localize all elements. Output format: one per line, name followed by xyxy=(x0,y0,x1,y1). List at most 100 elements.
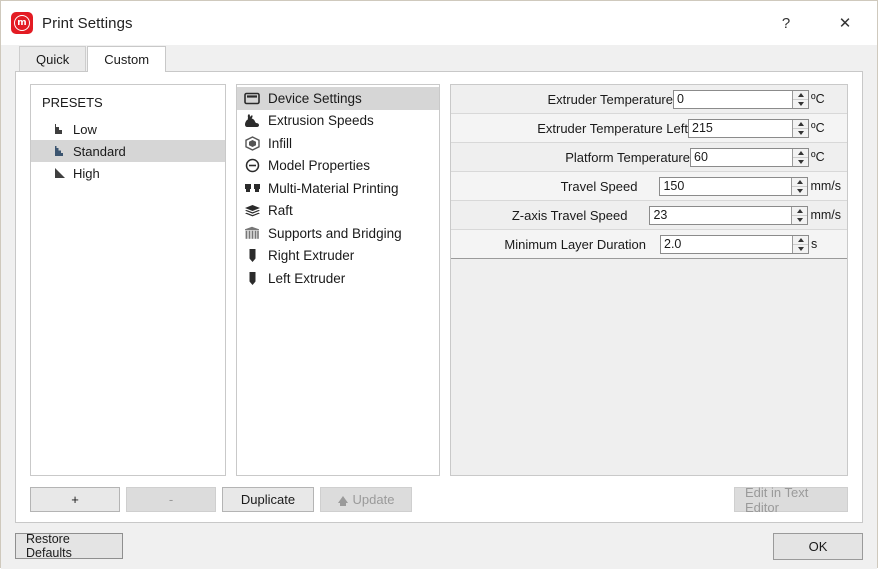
preset-item-low[interactable]: Low xyxy=(31,118,225,140)
setting-input[interactable] xyxy=(661,235,792,253)
edit-in-text-editor-button: Edit in Text Editor xyxy=(734,485,848,515)
setting-unit: mm/s xyxy=(810,179,841,193)
close-icon[interactable]: ✕ xyxy=(819,1,871,45)
setting-input[interactable] xyxy=(691,148,792,166)
monitor-icon xyxy=(243,90,261,106)
category-label: Model Properties xyxy=(268,158,371,174)
spinner-down-icon[interactable] xyxy=(793,245,808,253)
spinner-buttons[interactable] xyxy=(792,235,808,253)
category-item-device-settings[interactable]: Device Settings xyxy=(237,87,439,110)
category-item-model-properties[interactable]: Model Properties xyxy=(237,155,439,178)
spinner-up-icon[interactable] xyxy=(792,207,808,216)
tab-quick[interactable]: Quick xyxy=(19,46,87,71)
setting-label: Z-axis Travel Speed xyxy=(511,207,628,223)
spinner-up-icon[interactable] xyxy=(792,178,808,187)
setting-label: Platform Temperature xyxy=(565,149,690,165)
nozzle-icon xyxy=(243,270,261,286)
update-preset-button: Update xyxy=(320,487,412,512)
setting-input[interactable] xyxy=(650,206,792,224)
add-preset-button[interactable]: + xyxy=(30,487,120,512)
quality-high-icon xyxy=(55,168,65,178)
setting-label: Extruder Temperature xyxy=(547,91,674,107)
tab-custom[interactable]: Custom xyxy=(87,46,167,72)
setting-unit: ºC xyxy=(811,92,825,106)
setting-unit: ºC xyxy=(811,121,825,135)
spinner-buttons[interactable] xyxy=(792,90,808,108)
quality-standard-icon xyxy=(55,146,65,156)
setting-row: Travel Speed mm/s xyxy=(451,172,847,201)
spinner-platform-temperature[interactable] xyxy=(690,147,809,167)
setting-input[interactable] xyxy=(660,177,792,195)
spinner-travel-speed[interactable] xyxy=(659,176,809,196)
spinner-down-icon[interactable] xyxy=(793,100,808,108)
setting-row: Platform Temperature ºC xyxy=(451,143,847,172)
spinner-up-icon[interactable] xyxy=(793,120,808,129)
category-label: Extrusion Speeds xyxy=(268,113,374,129)
category-item-right-extruder[interactable]: Right Extruder xyxy=(237,245,439,268)
spinner-down-icon[interactable] xyxy=(793,129,808,137)
presets-title: PRESETS xyxy=(42,95,103,110)
preset-label: High xyxy=(73,165,100,181)
spinner-buttons[interactable] xyxy=(791,206,808,224)
setting-row: Extruder Temperature ºC xyxy=(451,85,847,114)
spinner-up-icon[interactable] xyxy=(793,149,808,158)
setting-unit: s xyxy=(811,237,818,251)
setting-label: Travel Speed xyxy=(560,178,638,194)
category-item-extrusion-speeds[interactable]: Extrusion Speeds xyxy=(237,110,439,133)
category-item-raft[interactable]: Raft xyxy=(237,200,439,223)
spinner-minimum-layer-duration[interactable] xyxy=(660,234,809,254)
spinner-up-icon[interactable] xyxy=(793,91,808,100)
ok-button[interactable]: OK xyxy=(773,532,863,560)
category-label: Supports and Bridging xyxy=(268,225,402,241)
supports-icon xyxy=(243,225,261,241)
spinner-z-axis-travel-speed[interactable] xyxy=(649,205,809,225)
preset-item-high[interactable]: High xyxy=(31,162,225,184)
circle-bar-icon xyxy=(243,158,261,174)
spinner-buttons[interactable] xyxy=(792,119,808,137)
window-title: Print Settings xyxy=(42,14,133,32)
spinner-buttons[interactable] xyxy=(792,148,808,166)
app-logo-icon: m xyxy=(11,12,33,34)
presets-panel: PRESETS Low Standard High xyxy=(30,84,226,476)
category-label: Raft xyxy=(268,203,293,219)
setting-label: Minimum Layer Duration xyxy=(504,236,646,252)
rabbit-icon xyxy=(243,113,261,129)
help-icon[interactable]: ? xyxy=(763,1,809,45)
restore-defaults-button[interactable]: Restore Defaults xyxy=(15,532,123,560)
spinner-down-icon[interactable] xyxy=(792,216,807,224)
preset-label: Standard xyxy=(73,143,126,159)
spinner-extruder-temperature[interactable] xyxy=(673,89,809,109)
category-item-infill[interactable]: Infill xyxy=(237,132,439,155)
preset-item-standard[interactable]: Standard xyxy=(31,140,225,162)
setting-unit: ºC xyxy=(811,150,825,164)
spinner-extruder-temperature-left[interactable] xyxy=(688,118,809,138)
panels-row: PRESETS Low Standard High Device Setting… xyxy=(30,84,848,476)
title-bar: m Print Settings ? ✕ xyxy=(1,1,877,45)
setting-row: Extruder Temperature Left ºC xyxy=(451,114,847,143)
spinner-up-icon[interactable] xyxy=(793,236,808,245)
tab-strip: Quick Custom xyxy=(1,45,877,72)
category-item-multi-material-printing[interactable]: Multi-Material Printing xyxy=(237,177,439,200)
dialog-footer: Restore Defaults OK xyxy=(1,523,877,569)
preset-actions: + - Duplicate Update Edit in Text Editor xyxy=(30,485,848,515)
setting-input[interactable] xyxy=(674,90,792,108)
category-item-left-extruder[interactable]: Left Extruder xyxy=(237,267,439,290)
window-controls: ? ✕ xyxy=(763,1,877,45)
dialog-content: PRESETS Low Standard High Device Setting… xyxy=(15,71,863,523)
quality-low-icon xyxy=(55,124,65,134)
category-item-supports-and-bridging[interactable]: Supports and Bridging xyxy=(237,222,439,245)
settings-panel: Extruder Temperature ºC Extruder Tempera… xyxy=(450,84,848,476)
spinner-buttons[interactable] xyxy=(791,177,808,195)
preset-label: Low xyxy=(73,121,97,137)
update-label: Update xyxy=(352,492,395,507)
category-label: Infill xyxy=(268,135,293,151)
setting-unit: mm/s xyxy=(810,208,841,222)
setting-input[interactable] xyxy=(689,119,792,137)
setting-row: Z-axis Travel Speed mm/s xyxy=(451,201,847,230)
spinner-down-icon[interactable] xyxy=(792,187,807,195)
layers-icon xyxy=(243,203,261,219)
duplicate-preset-button[interactable]: Duplicate xyxy=(222,487,314,512)
spinner-down-icon[interactable] xyxy=(793,158,808,166)
category-label: Left Extruder xyxy=(268,270,346,286)
categories-panel: Device Settings Extrusion Speeds Infill … xyxy=(236,84,440,476)
